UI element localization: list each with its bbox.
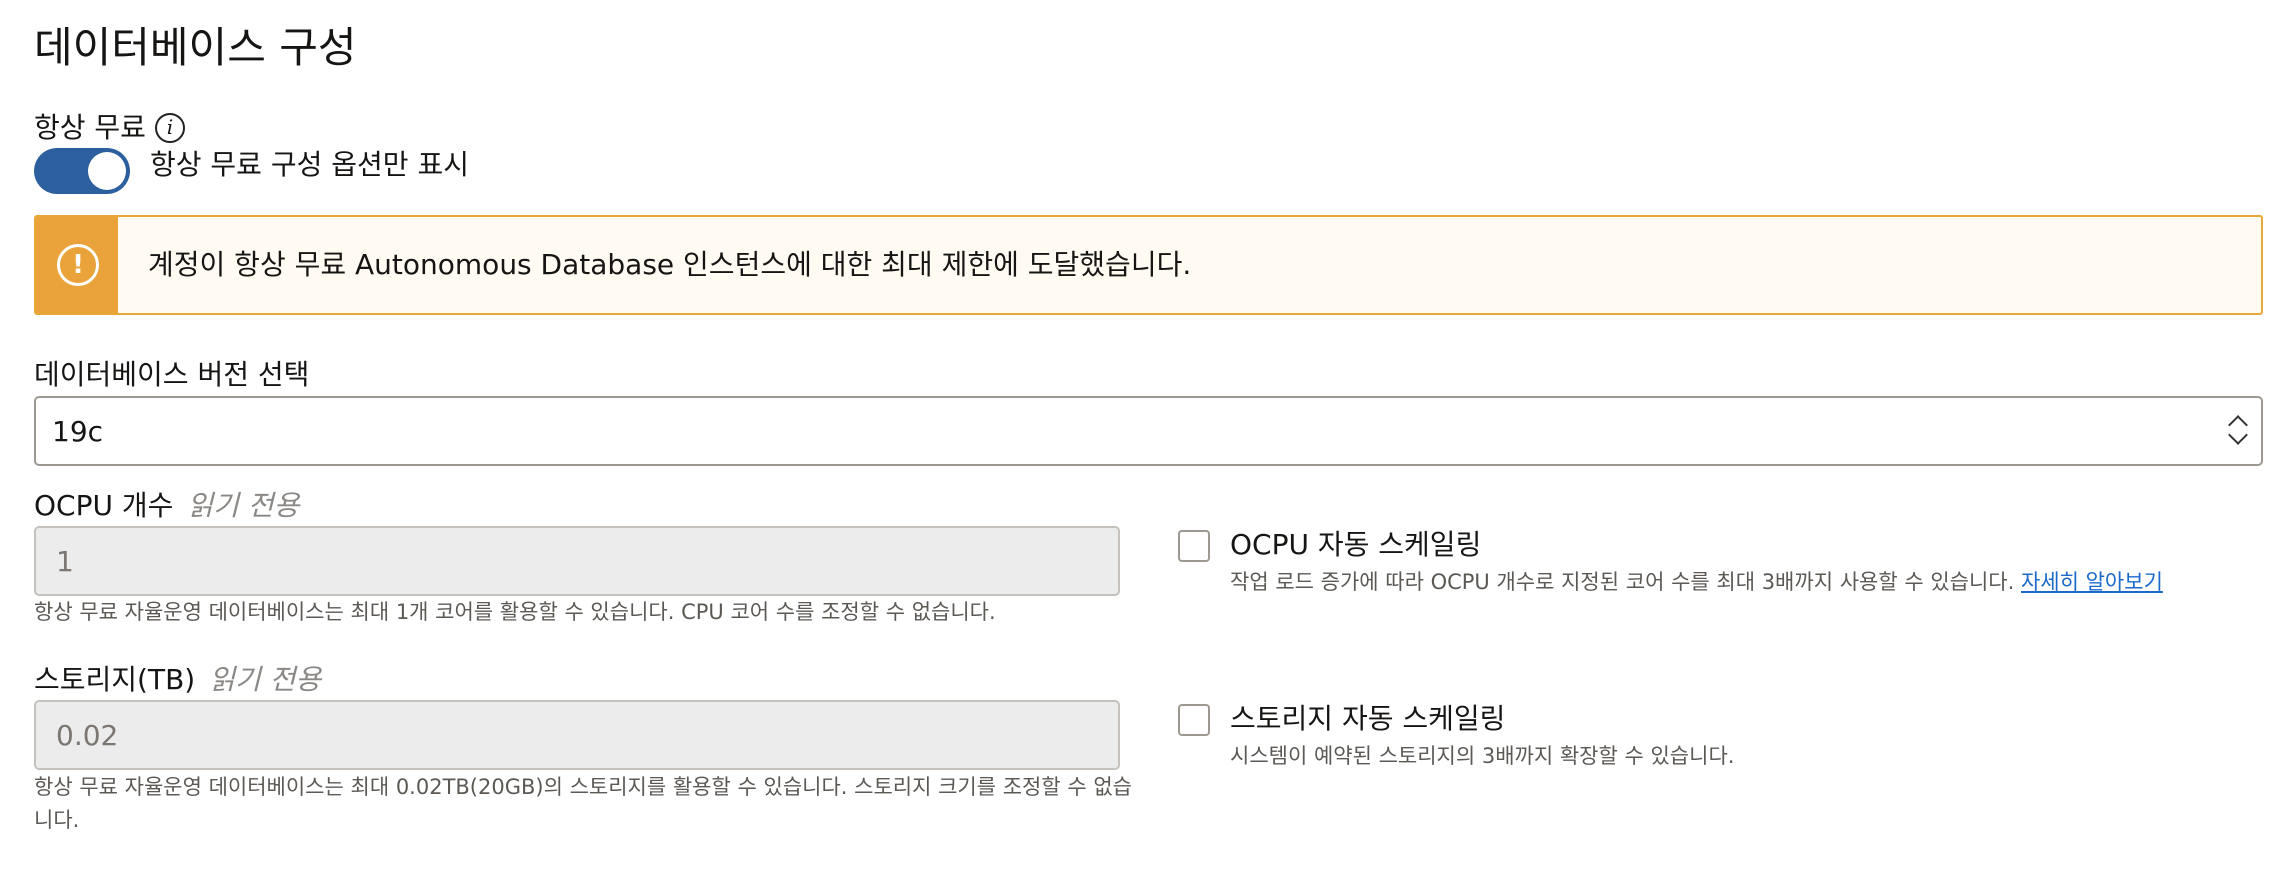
storage-autoscale-checkbox[interactable]: [1178, 704, 1210, 736]
storage-autoscale-label: 스토리지 자동 스케일링: [1230, 702, 1506, 735]
ocpu-autoscale-checkbox[interactable]: [1178, 530, 1210, 562]
info-icon[interactable]: i: [155, 113, 185, 143]
warning-icon: !: [57, 244, 99, 286]
ocpu-input-field: [36, 528, 1118, 594]
storage-label-row: 스토리지(TB) 읽기 전용: [34, 662, 321, 698]
storage-read-only-tag: 읽기 전용: [209, 663, 322, 696]
ocpu-autoscale-label: OCPU 자동 스케일링: [1230, 528, 1482, 561]
alert-message: 계정이 항상 무료 Autonomous Database 인스턴스에 대한 최…: [148, 248, 1192, 281]
toggle-knob: [88, 152, 126, 190]
ocpu-autoscale-desc: 작업 로드 증가에 따라 OCPU 개수로 지정된 코어 수를 최대 3배까지 …: [1230, 570, 2015, 594]
storage-label: 스토리지(TB): [34, 663, 196, 696]
storage-autoscale-desc: 시스템이 예약된 스토리지의 3배까지 확장할 수 있습니다.: [1230, 744, 1735, 768]
db-version-select[interactable]: 19c: [34, 396, 2263, 466]
ocpu-label-row: OCPU 개수 읽기 전용: [34, 488, 299, 524]
always-free-label: 항상 무료: [34, 111, 146, 144]
always-free-toggle[interactable]: [34, 148, 130, 194]
storage-help-line-2: 니다.: [34, 808, 80, 832]
db-version-label: 데이터베이스 버전 선택: [34, 358, 310, 391]
ocpu-autoscale-desc-row: 작업 로드 증가에 따라 OCPU 개수로 지정된 코어 수를 최대 3배까지 …: [1230, 566, 2163, 598]
alert-accent-bar: !: [36, 217, 118, 313]
db-version-value: 19c: [52, 415, 104, 448]
ocpu-read-only-tag: 읽기 전용: [187, 489, 300, 522]
page-title: 데이터베이스 구성: [34, 23, 357, 72]
always-free-toggle-label: 항상 무료 구성 옵션만 표시: [150, 148, 469, 181]
ocpu-help: 항상 무료 자율운영 데이터베이스는 최대 1개 코어를 활용할 수 있습니다.…: [34, 600, 996, 624]
limit-alert: ! 계정이 항상 무료 Autonomous Database 인스턴스에 대한…: [34, 215, 2263, 315]
storage-input: [34, 700, 1120, 770]
storage-help-line-1: 항상 무료 자율운영 데이터베이스는 최대 0.02TB(20GB)의 스토리지…: [34, 775, 1132, 799]
storage-input-field: [36, 702, 1118, 768]
learn-more-link[interactable]: 자세히 알아보기: [2021, 570, 2163, 594]
ocpu-label: OCPU 개수: [34, 489, 174, 522]
ocpu-input: [34, 526, 1120, 596]
